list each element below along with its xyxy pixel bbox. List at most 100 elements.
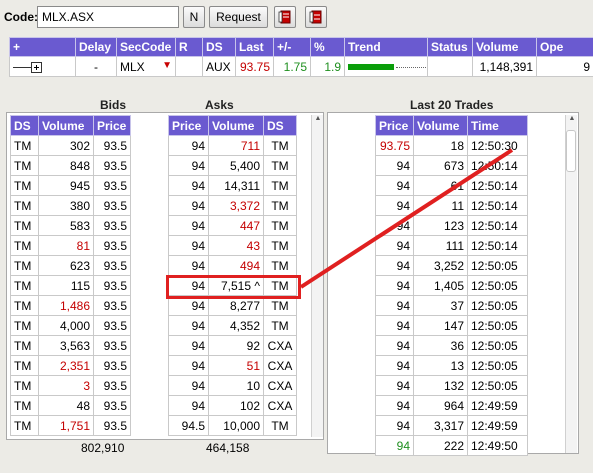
bid-row[interactable]: TM 302 93.5	[10, 135, 131, 156]
trade-volume: 11	[413, 195, 468, 216]
depth-scrollbar[interactable]: ▲	[311, 115, 323, 437]
bid-ds: TM	[10, 275, 39, 296]
scroll-up-icon[interactable]: ▲	[566, 115, 578, 122]
trade-volume: 61	[413, 175, 468, 196]
trade-row[interactable]: 94 1,405 12:50:05	[375, 275, 528, 296]
ask-row[interactable]: 94 92 CXA	[168, 335, 297, 356]
bid-row[interactable]: TM 848 93.5	[10, 155, 131, 176]
col-seccode[interactable]: SecCode	[116, 37, 176, 57]
expand-cell[interactable]	[9, 56, 76, 77]
asks-col-volume[interactable]: Volume	[208, 115, 264, 136]
ask-row[interactable]: 94 51 CXA	[168, 355, 297, 376]
scroll-up-icon[interactable]: ▲	[312, 115, 324, 122]
bid-row[interactable]: TM 623 93.5	[10, 255, 131, 276]
trade-row[interactable]: 93.75 18 12:50:30	[375, 135, 528, 156]
n-button[interactable]: N	[183, 6, 205, 28]
open-cell: 9	[536, 56, 593, 77]
trade-row[interactable]: 94 147 12:50:05	[375, 315, 528, 336]
trades-col-time[interactable]: Time	[467, 115, 528, 136]
bid-row[interactable]: TM 583 93.5	[10, 215, 131, 236]
trade-time: 12:50:05	[467, 295, 528, 316]
col-volume[interactable]: Volume	[472, 37, 537, 57]
trade-volume: 3,252	[413, 255, 468, 276]
bid-price: 93.5	[93, 235, 131, 256]
security-row[interactable]: - MLX ▼ AUX 93.75 1.75 1.9 1,148,391 9	[9, 56, 593, 77]
col-delay[interactable]: Delay	[75, 37, 117, 57]
ask-row[interactable]: 94.5 10,000 TM	[168, 415, 297, 436]
trade-row[interactable]: 94 123 12:50:14	[375, 215, 528, 236]
bid-row[interactable]: TM 1,751 93.5	[10, 415, 131, 436]
code-input[interactable]	[37, 6, 179, 28]
ask-price: 94	[168, 335, 209, 356]
ask-row[interactable]: 94 7,515 ^ TM	[168, 275, 297, 296]
col-open[interactable]: Ope	[536, 37, 593, 57]
bid-volume: 583	[38, 215, 94, 236]
trade-volume: 36	[413, 335, 468, 356]
bid-row[interactable]: TM 3,563 93.5	[10, 335, 131, 356]
bids-col-volume[interactable]: Volume	[38, 115, 94, 136]
ask-volume: 8,277	[208, 295, 264, 316]
bid-row[interactable]: TM 2,351 93.5	[10, 355, 131, 376]
course-of-sales-button[interactable]	[305, 6, 327, 28]
col-status[interactable]: Status	[427, 37, 473, 57]
col-trend[interactable]: Trend	[344, 37, 428, 57]
trade-row[interactable]: 94 13 12:50:05	[375, 355, 528, 376]
bid-row[interactable]: TM 4,000 93.5	[10, 315, 131, 336]
bid-row[interactable]: TM 115 93.5	[10, 275, 131, 296]
col-expand[interactable]: +	[9, 37, 76, 57]
col-change[interactable]: +/-	[273, 37, 311, 57]
trade-row[interactable]: 94 37 12:50:05	[375, 295, 528, 316]
trade-row[interactable]: 94 36 12:50:05	[375, 335, 528, 356]
request-button[interactable]: Request	[209, 6, 268, 28]
bid-ds: TM	[10, 295, 39, 316]
ask-volume: 5,400	[208, 155, 264, 176]
trade-row[interactable]: 94 61 12:50:14	[375, 175, 528, 196]
trades-col-volume[interactable]: Volume	[413, 115, 468, 136]
asks-col-price[interactable]: Price	[168, 115, 209, 136]
col-ds[interactable]: DS	[202, 37, 236, 57]
bids-col-ds[interactable]: DS	[10, 115, 39, 136]
ask-row[interactable]: 94 10 CXA	[168, 375, 297, 396]
ask-row[interactable]: 94 711 TM	[168, 135, 297, 156]
ask-row[interactable]: 94 43 TM	[168, 235, 297, 256]
trades-col-price[interactable]: Price	[375, 115, 414, 136]
col-r[interactable]: R	[175, 37, 203, 57]
trade-row[interactable]: 94 132 12:50:05	[375, 375, 528, 396]
bid-row[interactable]: TM 945 93.5	[10, 175, 131, 196]
trade-row[interactable]: 94 3,317 12:49:59	[375, 415, 528, 436]
bid-row[interactable]: TM 380 93.5	[10, 195, 131, 216]
bids-col-price[interactable]: Price	[93, 115, 131, 136]
trade-row[interactable]: 94 3,252 12:50:05	[375, 255, 528, 276]
bid-row[interactable]: TM 48 93.5	[10, 395, 131, 416]
trade-price: 94	[375, 435, 414, 456]
security-grid: + Delay SecCode R DS Last +/- % Trend St…	[9, 37, 593, 77]
ask-price: 94	[168, 275, 209, 296]
bid-row[interactable]: TM 3 93.5	[10, 375, 131, 396]
bid-volume: 380	[38, 195, 94, 216]
trade-row[interactable]: 94 222 12:49:50	[375, 435, 528, 456]
ask-row[interactable]: 94 3,372 TM	[168, 195, 297, 216]
bid-volume: 115	[38, 275, 94, 296]
ask-row[interactable]: 94 8,277 TM	[168, 295, 297, 316]
trades-scroll-thumb[interactable]	[566, 130, 576, 172]
bid-row[interactable]: TM 81 93.5	[10, 235, 131, 256]
market-depth-button[interactable]	[274, 6, 296, 28]
asks-col-ds[interactable]: DS	[263, 115, 297, 136]
trade-row[interactable]: 94 964 12:49:59	[375, 395, 528, 416]
ask-row[interactable]: 94 14,311 TM	[168, 175, 297, 196]
trade-row[interactable]: 94 11 12:50:14	[375, 195, 528, 216]
col-pct[interactable]: %	[310, 37, 345, 57]
trade-row[interactable]: 94 111 12:50:14	[375, 235, 528, 256]
bid-volume: 623	[38, 255, 94, 276]
ask-row[interactable]: 94 102 CXA	[168, 395, 297, 416]
bid-price: 93.5	[93, 315, 131, 336]
ask-row[interactable]: 94 494 TM	[168, 255, 297, 276]
bid-ds: TM	[10, 155, 39, 176]
bid-row[interactable]: TM 1,486 93.5	[10, 295, 131, 316]
ask-row[interactable]: 94 447 TM	[168, 215, 297, 236]
trade-row[interactable]: 94 673 12:50:14	[375, 155, 528, 176]
ask-row[interactable]: 94 4,352 TM	[168, 315, 297, 336]
ask-row[interactable]: 94 5,400 TM	[168, 155, 297, 176]
col-last[interactable]: Last	[235, 37, 274, 57]
tree-expand-icon[interactable]	[31, 61, 42, 73]
